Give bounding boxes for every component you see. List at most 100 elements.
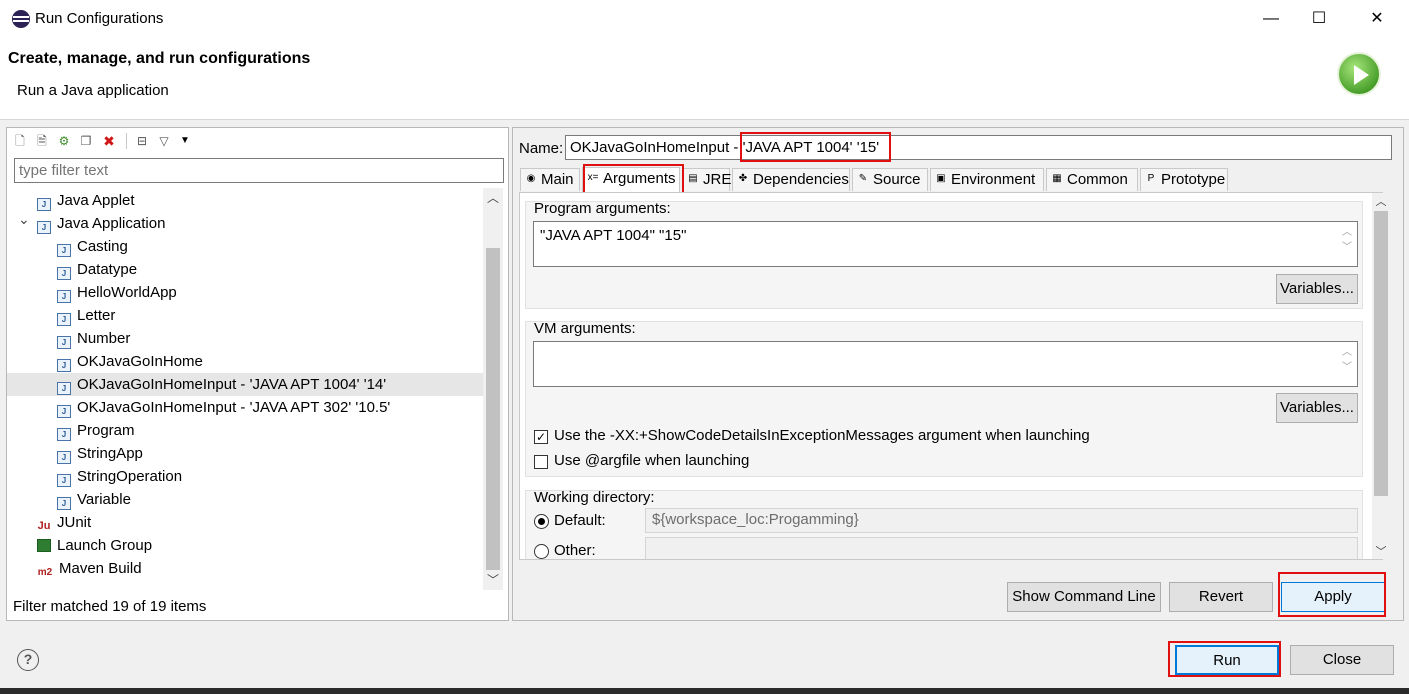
- name-input[interactable]: [565, 135, 1392, 160]
- tree-item-label: HelloWorldApp: [77, 284, 177, 301]
- tree-item[interactable]: J Java Applet: [7, 189, 483, 212]
- filter-status: Filter matched 19 of 19 items: [13, 598, 207, 615]
- textarea-scrollbar[interactable]: ︿ ﹀: [1338, 223, 1356, 265]
- close-window-button[interactable]: ✕: [1354, 4, 1400, 34]
- tree-item[interactable]: J Letter: [7, 304, 483, 327]
- tree-item[interactable]: Launch Group: [7, 534, 483, 557]
- tree-item[interactable]: J StringApp: [7, 442, 483, 465]
- java-config-icon: J: [57, 451, 71, 464]
- collapse-all-icon[interactable]: ⊟: [134, 133, 150, 149]
- chevron-down-icon[interactable]: ⌄: [18, 208, 30, 231]
- program-arguments-label: Program arguments:: [534, 200, 671, 217]
- tree-item[interactable]: J Variable: [7, 488, 483, 511]
- scrollbar-thumb[interactable]: [486, 248, 500, 570]
- tab-jre[interactable]: ▤ JRE: [682, 168, 731, 191]
- tree-item[interactable]: J Datatype: [7, 258, 483, 281]
- highlight-apply: [1278, 572, 1386, 617]
- highlight-arguments-tab: [583, 164, 684, 195]
- tree-item-label: JUnit: [57, 514, 92, 531]
- delete-config-icon[interactable]: ✖: [101, 133, 117, 149]
- tab-label: Main: [541, 171, 574, 188]
- argfile-checkbox[interactable]: [534, 455, 548, 469]
- tree-item[interactable]: Ju JUnit: [7, 511, 483, 534]
- configuration-editor-panel: Name: ◉Mainx=Arguments▤JRE✤Dependencies✎…: [512, 127, 1404, 621]
- filter-input[interactable]: [14, 158, 504, 183]
- vm-variables-button[interactable]: Variables...: [1276, 393, 1358, 423]
- title-bar: Run Configurations — ☐ ✕: [0, 0, 1409, 38]
- scroll-down-icon[interactable]: ﹀: [483, 570, 503, 590]
- run-banner-icon: [1337, 52, 1381, 96]
- program-arguments-text: "JAVA APT 1004" "15": [540, 227, 687, 244]
- launch-group-icon: [37, 539, 51, 552]
- scroll-up-icon[interactable]: ︿: [483, 188, 503, 208]
- other-directory-label: Other:: [554, 542, 596, 559]
- minimize-button[interactable]: —: [1248, 4, 1294, 34]
- tree-item[interactable]: J Program: [7, 419, 483, 442]
- java-config-icon: J: [57, 290, 71, 303]
- tree-item[interactable]: J OKJavaGoInHomeInput - 'JAVA APT 1004' '…: [7, 373, 483, 396]
- vm-textarea-scrollbar[interactable]: ︿ ﹀: [1338, 343, 1356, 385]
- vm-arguments-group: VM arguments: ︿ ﹀ Variables... ✓ Use the …: [525, 320, 1363, 477]
- tree-item[interactable]: ⌄ J Java Application: [7, 211, 483, 235]
- tree-item-label: OKJavaGoInHomeInput - 'JAVA APT 302' '10…: [77, 399, 391, 416]
- tab-common[interactable]: ▦ Common: [1046, 168, 1138, 191]
- other-directory-radio[interactable]: [534, 544, 549, 559]
- tree-item-label: Datatype: [77, 261, 138, 278]
- toolbar-separator: [126, 133, 127, 149]
- tab-label: Source: [873, 171, 921, 188]
- tab-dependencies[interactable]: ✤ Dependencies: [732, 168, 850, 191]
- scrollbar-thumb[interactable]: [1374, 211, 1388, 496]
- java-config-icon: J: [57, 359, 71, 372]
- program-variables-button[interactable]: Variables...: [1276, 274, 1358, 304]
- tree-item[interactable]: J HelloWorldApp: [7, 281, 483, 304]
- default-directory-radio[interactable]: [534, 514, 549, 529]
- tree-item[interactable]: m2 Maven Build: [7, 557, 483, 580]
- view-menu-chevron-icon[interactable]: ▼: [177, 133, 193, 149]
- export-config-icon[interactable]: ⚙: [56, 133, 72, 149]
- tree-scrollbar[interactable]: ︿ ﹀: [483, 188, 503, 590]
- window-title: Run Configurations: [35, 10, 164, 27]
- tab-prototype[interactable]: P Prototype: [1140, 168, 1228, 191]
- java-config-icon: J: [57, 336, 71, 349]
- show-command-line-button[interactable]: Show Command Line: [1007, 582, 1161, 612]
- tab-label: Prototype: [1161, 171, 1226, 188]
- default-directory-field: ${workspace_loc:Progamming}: [645, 508, 1358, 533]
- other-directory-field[interactable]: [645, 537, 1358, 559]
- duplicate-config-icon[interactable]: ❐: [78, 133, 94, 149]
- maximize-button[interactable]: ☐: [1296, 4, 1342, 34]
- close-button[interactable]: Close: [1290, 645, 1394, 675]
- highlight-run: [1168, 641, 1281, 677]
- scroll-up-icon[interactable]: ︿: [1372, 193, 1390, 209]
- show-code-details-checkbox[interactable]: ✓: [534, 430, 548, 444]
- tree-item-label: Variable: [77, 491, 131, 508]
- tree-item[interactable]: J StringOperation: [7, 465, 483, 488]
- new-config-icon[interactable]: 🗋: [12, 133, 28, 149]
- tree-item[interactable]: J Casting: [7, 235, 483, 258]
- applet-icon: J: [37, 198, 51, 211]
- help-icon[interactable]: ?: [17, 649, 39, 671]
- dialog-header: Create, manage, and run configurations R…: [0, 38, 1409, 120]
- jre-tab-icon: ▤: [688, 173, 698, 184]
- filter-icon[interactable]: ▽: [156, 133, 172, 149]
- tree-item[interactable]: J OKJavaGoInHomeInput - 'JAVA APT 302' '1…: [7, 396, 483, 419]
- dependencies-tab-icon: ✤: [738, 173, 748, 184]
- java-config-icon: J: [57, 474, 71, 487]
- revert-button[interactable]: Revert: [1169, 582, 1273, 612]
- maven-icon: m2: [37, 567, 53, 578]
- scroll-down-icon[interactable]: ﹀: [1372, 543, 1390, 559]
- tree-item-label: Maven Build: [59, 560, 142, 577]
- tab-content-scrollbar[interactable]: ︿ ﹀: [1372, 193, 1390, 559]
- prototype-tab-icon: P: [1147, 173, 1155, 184]
- arguments-tab-content: Program arguments: "JAVA APT 1004" "15" …: [519, 192, 1383, 560]
- tab-main[interactable]: ◉ Main: [520, 168, 580, 191]
- new-prototype-icon[interactable]: 🗎: [34, 133, 50, 149]
- highlight-name-suffix: [740, 132, 891, 162]
- tab-source[interactable]: ✎ Source: [852, 168, 928, 191]
- program-arguments-group: Program arguments: "JAVA APT 1004" "15" …: [525, 200, 1363, 309]
- vm-arguments-input[interactable]: ︿ ﹀: [533, 341, 1358, 387]
- header-title: Create, manage, and run configurations: [8, 50, 311, 67]
- tab-environment[interactable]: ▣ Environment: [930, 168, 1044, 191]
- tree-item[interactable]: J OKJavaGoInHome: [7, 350, 483, 373]
- program-arguments-input[interactable]: "JAVA APT 1004" "15" ︿ ﹀: [533, 221, 1358, 267]
- tree-item[interactable]: J Number: [7, 327, 483, 350]
